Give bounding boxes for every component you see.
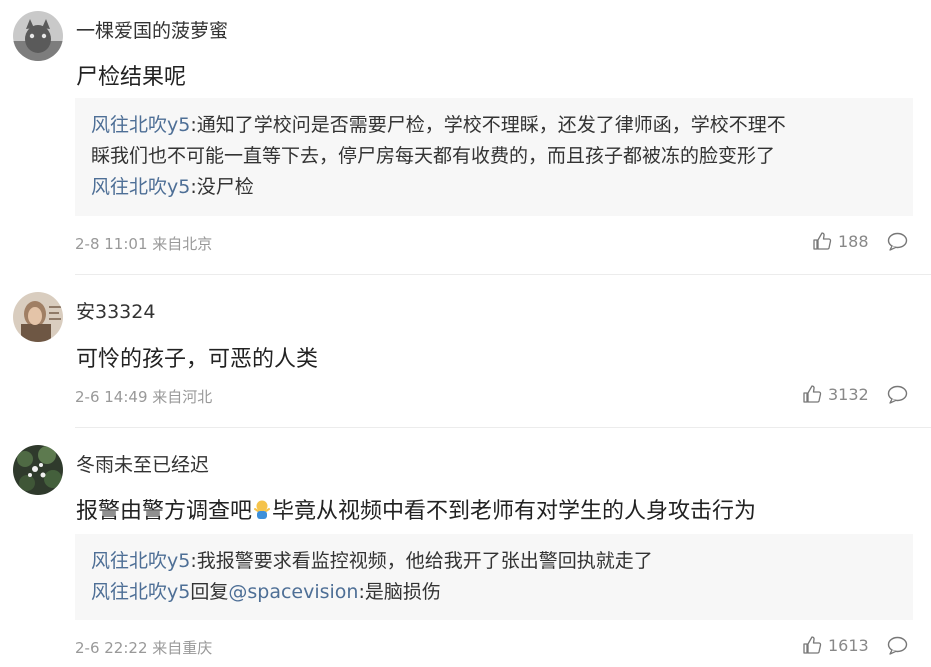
username[interactable]: 安33324: [76, 297, 155, 324]
comment-bubble-icon: [887, 385, 908, 404]
person-shrug-emoji: [252, 499, 272, 527]
like-count: 3132: [828, 384, 869, 404]
thumbs-up-icon: [803, 385, 822, 403]
reply-button[interactable]: [887, 636, 908, 659]
like-count: 188: [838, 231, 869, 251]
username[interactable]: 冬雨未至已经迟: [76, 450, 209, 477]
comment-text-part: 报警由警方调查吧: [76, 499, 253, 524]
timestamp-location: 2-6 14:49 来自河北: [75, 388, 213, 406]
reply-block: 风往北吹y5:通知了学校问是否需要尸检，学校不理睬，还发了律师函，学校不理不 睬…: [75, 98, 913, 216]
reply-button[interactable]: [887, 232, 908, 255]
reply-username[interactable]: 风往北吹y5: [91, 581, 190, 603]
reply-separator: 回复: [190, 581, 229, 603]
reply-text: 睬我们也不可能一直等下去，停尸房每天都有收费的，而且孩子都被冻的脸变形了: [91, 145, 776, 167]
reply-line: 风往北吹y5:我报警要求看监控视频，他给我开了张出警回执就走了: [91, 546, 897, 577]
reply-line: 睬我们也不可能一直等下去，停尸房每天都有收费的，而且孩子都被冻的脸变形了: [91, 141, 897, 172]
like-button[interactable]: 188: [812, 231, 869, 251]
reply-username[interactable]: 风往北吹y5: [91, 114, 190, 136]
avatar[interactable]: [13, 11, 63, 61]
mention-link[interactable]: @spacevision: [228, 581, 358, 603]
avatar[interactable]: [13, 292, 63, 342]
reply-username[interactable]: 风往北吹y5: [91, 176, 190, 198]
comment-bubble-icon: [887, 232, 908, 251]
reply-line: 风往北吹y5:通知了学校问是否需要尸检，学校不理睬，还发了律师函，学校不理不: [91, 110, 897, 141]
reply-text: 我报警要求看监控视频，他给我开了张出警回执就走了: [196, 550, 653, 572]
comment-text-part: 毕竟从视频中看不到老师有对学生的人身攻击行为: [272, 499, 757, 524]
reply-line: 风往北吹y5回复@spacevision:是脑损伤: [91, 577, 897, 608]
avatar[interactable]: [13, 445, 63, 495]
reply-text: 没尸检: [196, 176, 254, 198]
reply-line: 风往北吹y5:没尸检: [91, 172, 897, 203]
like-button[interactable]: 1613: [802, 635, 869, 655]
reply-button[interactable]: [887, 385, 908, 408]
comment-text: 可怜的孩子，可恶的人类: [76, 347, 319, 372]
timestamp-location: 2-6 22:22 来自重庆: [75, 639, 213, 657]
reply-block: 风往北吹y5:我报警要求看监控视频，他给我开了张出警回执就走了 风往北吹y5回复…: [75, 534, 913, 620]
like-button[interactable]: 3132: [802, 384, 869, 404]
thumbs-up-icon: [813, 232, 832, 250]
reply-text: 通知了学校问是否需要尸检，学校不理睬，还发了律师函，学校不理不: [196, 114, 786, 136]
divider: [75, 274, 931, 275]
divider: [75, 427, 931, 428]
like-count: 1613: [828, 635, 869, 655]
thumbs-up-icon: [803, 636, 822, 654]
reply-username[interactable]: 风往北吹y5: [91, 550, 190, 572]
username[interactable]: 一棵爱国的菠萝蜜: [76, 16, 228, 43]
timestamp-location: 2-8 11:01 来自北京: [75, 235, 213, 253]
comment-text: 尸检结果呢: [76, 65, 187, 90]
reply-text: :是脑损伤: [358, 581, 441, 603]
comment-text: 报警由警方调查吧 毕竟从视频中看不到老师有对学生的人身攻击行为: [76, 493, 756, 527]
comment-bubble-icon: [887, 636, 908, 655]
